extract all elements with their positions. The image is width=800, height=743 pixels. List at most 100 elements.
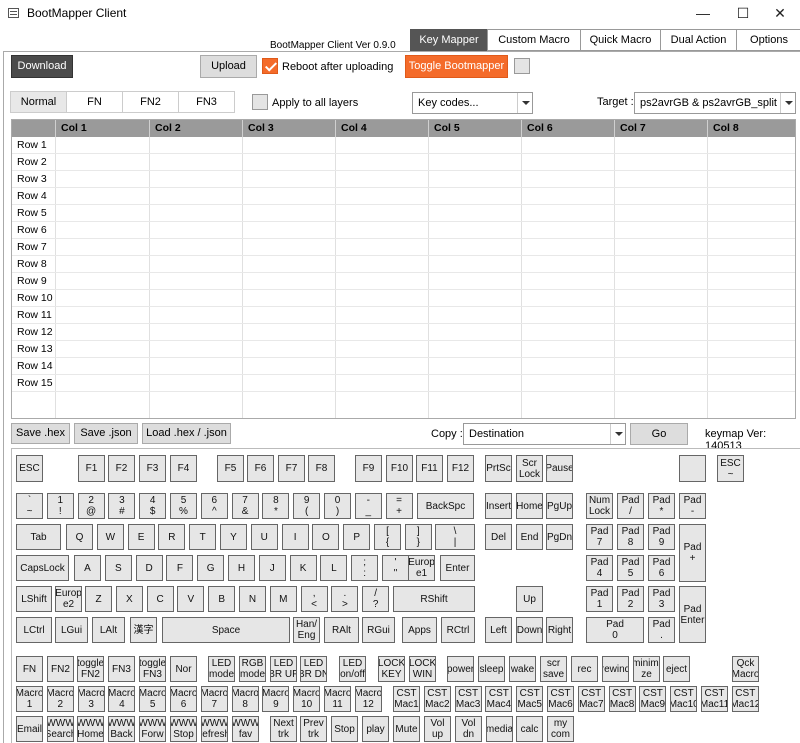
key-button[interactable]: Han/ Eng — [293, 617, 320, 643]
key-button[interactable]: 0 ) — [324, 493, 351, 519]
key-button[interactable]: Macro 8 — [231, 686, 259, 712]
key-button[interactable]: CST Mac7 — [577, 686, 605, 712]
key-button[interactable]: WWW Home — [77, 716, 104, 742]
key-button[interactable]: CST Mac1 — [393, 686, 420, 712]
key-button[interactable]: Enter — [440, 555, 475, 581]
key-button[interactable]: 8 * — [262, 493, 290, 519]
key-button[interactable]: CST Mac12 — [731, 686, 759, 712]
key-button[interactable]: ; : — [351, 555, 379, 581]
f6-key[interactable]: F6 — [247, 455, 274, 482]
key-button[interactable]: R — [158, 524, 186, 550]
key-button[interactable]: Pad * — [648, 493, 675, 519]
key-button[interactable]: Macro 7 — [200, 686, 228, 712]
key-button[interactable]: scr save — [540, 656, 567, 682]
key-button[interactable]: Q — [66, 524, 93, 550]
grid-row[interactable]: Row 2 — [12, 154, 795, 171]
prtsc-key[interactable]: PrtSc — [485, 455, 512, 482]
key-button[interactable]: - _ — [354, 493, 382, 519]
key-button[interactable]: Macro 4 — [108, 686, 136, 712]
grid-row[interactable]: Row 10 — [12, 290, 795, 307]
key-button[interactable]: PgUp — [546, 493, 573, 519]
layer-normal[interactable]: Normal — [10, 91, 67, 113]
key-button[interactable]: B — [208, 586, 236, 612]
grid-row[interactable]: Row 15 — [12, 375, 795, 392]
key-button[interactable]: Pad 3 — [648, 586, 675, 612]
layer-fn[interactable]: FN — [66, 91, 123, 113]
blank-key[interactable] — [679, 455, 706, 482]
key-button[interactable]: Pad 4 — [586, 555, 613, 581]
key-button[interactable]: G — [197, 555, 225, 581]
tab-options[interactable]: Options — [736, 29, 800, 51]
keymap-grid[interactable]: Col 1 Col 2 Col 3 Col 4 Col 5 Col 6 Col 7 Col 8… — [11, 119, 796, 419]
key-button[interactable]: BackSpc — [417, 493, 474, 519]
key-button[interactable]: Prev trk — [300, 716, 327, 742]
key-button[interactable]: Stop — [331, 716, 358, 742]
grid-row[interactable]: Row 14 — [12, 358, 795, 375]
key-button[interactable]: Qck Macro — [732, 656, 759, 682]
grid-row[interactable]: Row 4 — [12, 188, 795, 205]
tab-key-mapper[interactable]: Key Mapper — [410, 29, 488, 51]
grid-row[interactable]: Row 7 — [12, 239, 795, 256]
go-button[interactable]: Go — [630, 423, 688, 445]
f12-key[interactable]: F12 — [447, 455, 474, 482]
grid-row[interactable]: Row 13 — [12, 341, 795, 358]
key-button[interactable]: eject — [663, 656, 690, 682]
key-button[interactable]: Macro 10 — [293, 686, 321, 712]
key-button[interactable]: Macro 5 — [139, 686, 167, 712]
key-button[interactable]: \ | — [435, 524, 475, 550]
key-button[interactable]: Macro 12 — [354, 686, 382, 712]
key-button[interactable]: Europ e2 — [55, 586, 82, 612]
key-button[interactable]: ` ~ — [16, 493, 43, 519]
key-button[interactable]: PgDn — [546, 524, 573, 550]
key-button[interactable]: CST Mac3 — [454, 686, 482, 712]
key-button[interactable]: Next trk — [270, 716, 297, 742]
key-button[interactable]: LCtrl — [16, 617, 52, 643]
load-button[interactable]: Load .hex / .json — [142, 423, 231, 444]
tab-quick-macro[interactable]: Quick Macro — [580, 29, 661, 51]
key-button[interactable]: Mute — [393, 716, 420, 742]
key-button[interactable]: toggle FN2 — [77, 656, 104, 682]
key-button[interactable]: 1 ! — [46, 493, 74, 519]
key-button[interactable]: LED BR DN — [300, 656, 327, 682]
key-button[interactable]: H — [228, 555, 255, 581]
key-button[interactable]: ] } — [404, 524, 432, 550]
key-button[interactable]: Pad 9 — [648, 524, 675, 550]
key-button[interactable]: rewind — [602, 656, 629, 682]
key-button[interactable]: / ? — [362, 586, 390, 612]
key-button[interactable]: CST Mac8 — [608, 686, 636, 712]
key-button[interactable]: Z — [85, 586, 112, 612]
key-button[interactable]: V — [177, 586, 205, 612]
key-button[interactable]: 2 @ — [77, 493, 105, 519]
key-button[interactable]: WWW fav — [232, 716, 259, 742]
toggle-checkbox[interactable] — [514, 58, 530, 74]
key-button[interactable]: Pad 7 — [586, 524, 613, 550]
key-button[interactable]: Macro 2 — [46, 686, 74, 712]
pause-key[interactable]: Pause — [546, 455, 573, 482]
key-button[interactable]: WWW Search — [47, 716, 74, 742]
key-button[interactable]: K — [289, 555, 317, 581]
key-button[interactable]: my com — [547, 716, 574, 742]
key-button[interactable]: 9 ( — [293, 493, 321, 519]
key-button[interactable]: LShift — [16, 586, 52, 612]
key-button[interactable]: Home — [516, 493, 543, 519]
key-button[interactable]: Vol up — [424, 716, 451, 742]
key-button[interactable]: W — [96, 524, 124, 550]
key-button[interactable]: J — [258, 555, 286, 581]
key-button[interactable]: O — [312, 524, 340, 550]
key-button[interactable]: , < — [300, 586, 328, 612]
key-button[interactable]: toggle FN3 — [139, 656, 166, 682]
key-button[interactable]: LED on/off — [339, 656, 366, 682]
esc-key[interactable]: ESC — [16, 455, 43, 482]
key-button[interactable]: Pad Enter — [679, 586, 706, 643]
key-button[interactable]: Pad 2 — [617, 586, 644, 612]
grid-row[interactable]: Row 12 — [12, 324, 795, 341]
key-button[interactable]: M — [269, 586, 297, 612]
tab-custom-macro[interactable]: Custom Macro — [487, 29, 581, 51]
key-button[interactable]: Pad - — [679, 493, 706, 519]
key-button[interactable]: Email — [16, 716, 43, 742]
key-button[interactable]: Macro 9 — [262, 686, 290, 712]
key-button[interactable]: I — [281, 524, 309, 550]
f5-key[interactable]: F5 — [217, 455, 244, 482]
key-button[interactable]: CST Mac10 — [670, 686, 698, 712]
key-button[interactable]: FN — [16, 656, 43, 682]
